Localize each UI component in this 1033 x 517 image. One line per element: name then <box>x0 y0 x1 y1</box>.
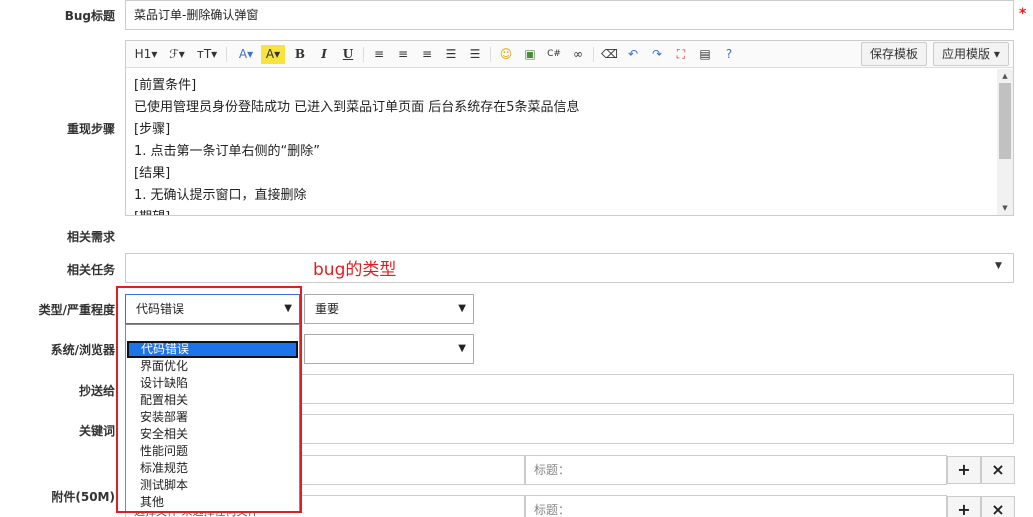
editor-line: [结果] <box>134 166 171 181</box>
editor-line: 已使用管理员身份登陆成功 已进入到菜品订单页面 后台系统存在5条菜品信息 <box>134 100 580 115</box>
type-severity-label: 类型/严重程度 <box>38 303 115 317</box>
severity-value: 重要 <box>315 302 340 316</box>
save-template-button[interactable]: 保存模板 <box>861 42 928 66</box>
editor-line: [前置条件] <box>134 78 197 93</box>
emoji-icon[interactable]: ☺ <box>498 45 514 64</box>
bug-title-input[interactable]: 菜品订单-删除确认弹窗 <box>125 0 1014 30</box>
heading-button[interactable]: H1▾ <box>134 45 158 64</box>
repro-steps-label: 重现步骤 <box>66 122 115 136</box>
attachment-title-placeholder: 标题： <box>534 503 571 517</box>
link-icon[interactable]: ∞ <box>570 45 586 64</box>
editor-line: [期望] <box>134 207 989 215</box>
source-icon[interactable]: ▤ <box>697 45 713 64</box>
keywords-label: 关键词 <box>78 424 115 438</box>
editor-content[interactable]: [前置条件] 已使用管理员身份登陆成功 已进入到菜品订单页面 后台系统存在5条菜… <box>126 69 997 215</box>
related-task-select[interactable] <box>125 253 1014 283</box>
eraser-icon[interactable]: ⌫ <box>601 45 618 64</box>
align-left-icon[interactable]: ≡ <box>371 45 387 64</box>
add-attachment-button[interactable]: + <box>947 456 981 484</box>
font-family-button[interactable]: ℱ▾ <box>166 45 188 64</box>
unordered-list-icon[interactable]: ☰ <box>467 45 483 64</box>
help-icon[interactable]: ? <box>721 45 737 64</box>
code-icon[interactable]: C# <box>546 45 562 64</box>
background-color-button[interactable]: A▾ <box>261 45 285 64</box>
required-mark: * <box>1019 6 1027 22</box>
redo-icon[interactable]: ↷ <box>649 45 665 64</box>
remove-attachment-button-2[interactable]: × <box>981 496 1015 517</box>
image-icon[interactable]: ▣ <box>522 45 538 64</box>
fullscreen-icon[interactable]: ⛶ <box>673 45 689 64</box>
editor-toolbar: H1▾ ℱ▾ тT▾ A▾ A▾ B I U ≡ ≡ ≡ ☰ ☰ ☺ ▣ C# … <box>126 41 1013 68</box>
apply-template-button[interactable]: 应用模版 ▾ <box>933 42 1009 66</box>
severity-select[interactable]: 重要 ▼ <box>304 294 474 324</box>
remove-attachment-button[interactable]: × <box>981 456 1015 484</box>
chevron-down-icon: ▼ <box>458 343 466 354</box>
align-center-icon[interactable]: ≡ <box>395 45 411 64</box>
add-attachment-button-2[interactable]: + <box>947 496 981 517</box>
repro-steps-editor[interactable]: H1▾ ℱ▾ тT▾ A▾ A▾ B I U ≡ ≡ ≡ ☰ ☰ ☺ ▣ C# … <box>125 40 1014 216</box>
underline-button[interactable]: U <box>340 45 356 64</box>
align-right-icon[interactable]: ≡ <box>419 45 435 64</box>
bug-title-label: Bug标题 <box>64 9 115 23</box>
attachment-label: 附件(50M) <box>51 490 115 504</box>
os-browser-label: 系统/浏览器 <box>50 343 115 357</box>
undo-icon[interactable]: ↶ <box>625 45 641 64</box>
editor-scrollbar[interactable]: ▲ ▼ <box>997 69 1013 215</box>
attachment-title-input-2[interactable]: 标题： <box>525 495 947 517</box>
annotation-highlight-box <box>116 286 302 513</box>
related-requirement-label: 相关需求 <box>66 230 115 244</box>
bold-button[interactable]: B <box>292 45 308 64</box>
ordered-list-icon[interactable]: ☰ <box>443 45 459 64</box>
browser-select[interactable]: ▼ <box>304 334 474 364</box>
attachment-title-input[interactable]: 标题： <box>525 455 947 485</box>
chevron-down-icon: ▼ <box>458 303 466 314</box>
annotation-text: bug的类型 <box>313 260 397 280</box>
italic-button[interactable]: I <box>316 45 332 64</box>
related-task-caret-icon[interactable]: ▼ <box>995 261 1002 271</box>
attachment-title-placeholder: 标题： <box>534 463 571 477</box>
editor-line: [步骤] <box>134 122 171 137</box>
editor-line: 1. 无确认提示窗口，直接删除 <box>134 188 307 203</box>
related-task-label: 相关任务 <box>66 263 115 277</box>
editor-line: 1. 点击第一条订单右侧的“删除” <box>134 144 321 159</box>
scroll-down-icon[interactable]: ▼ <box>997 201 1013 215</box>
scroll-thumb[interactable] <box>999 83 1011 159</box>
font-color-button[interactable]: A▾ <box>234 45 258 64</box>
cc-label: 抄送给 <box>78 384 115 398</box>
scroll-up-icon[interactable]: ▲ <box>997 69 1013 83</box>
font-size-button[interactable]: тT▾ <box>194 45 220 64</box>
